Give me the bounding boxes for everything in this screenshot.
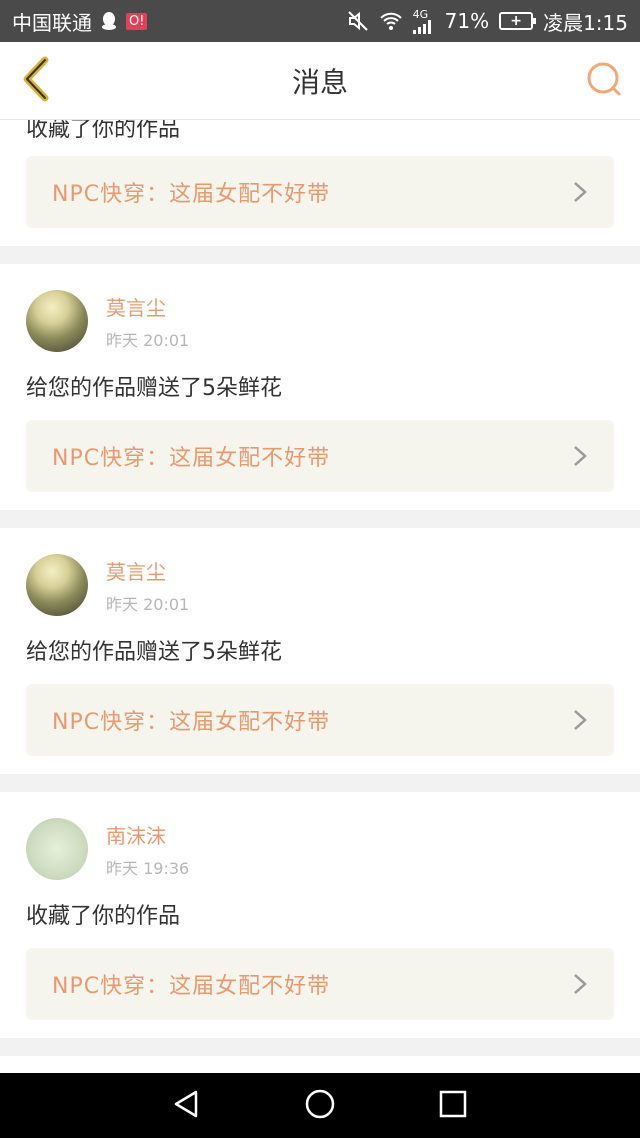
page-title: 消息 — [291, 65, 348, 99]
carrier-label: 中国联通 — [12, 10, 92, 35]
mute-icon — [347, 10, 369, 32]
message-text: 收藏了你的作品 — [26, 120, 181, 142]
message-list: 收藏了你的作品 NPC快穿：这届女配不好带 莫言尘 昨天 20:01 给您的作品… — [0, 120, 640, 1073]
app-notification-badge: O! — [126, 12, 148, 30]
back-button[interactable] — [14, 56, 58, 106]
work-link[interactable]: NPC快穿：这届女配不好带 — [26, 156, 614, 228]
message-time: 昨天 20:01 — [106, 594, 190, 614]
message-text: 给您的作品赠送了5朵鲜花 — [26, 640, 282, 665]
battery-percent: 71% — [444, 9, 490, 33]
circle-home-icon — [304, 1088, 336, 1124]
triangle-back-icon — [172, 1089, 202, 1123]
work-link[interactable]: NPC快穿：这届女配不好带 — [26, 948, 614, 1020]
user-name[interactable]: 莫言尘 — [106, 556, 189, 585]
chevron-right-icon — [572, 444, 588, 468]
chevron-left-icon — [21, 56, 51, 106]
message-card: 收藏了你的作品 NPC快穿：这届女配不好带 — [0, 120, 640, 246]
message-time: 昨天 19:36 — [106, 858, 190, 878]
system-nav-bar — [0, 1073, 640, 1138]
battery-icon: + — [499, 12, 537, 30]
message-text: 给您的作品赠送了5朵鲜花 — [26, 376, 282, 401]
work-title: NPC快穿：这届女配不好带 — [52, 182, 331, 207]
work-link[interactable]: NPC快穿：这届女配不好带 — [26, 420, 614, 492]
work-link[interactable]: NPC快穿：这届女配不好带 — [26, 684, 614, 756]
clock: 凌晨1:15 — [543, 10, 628, 35]
user-name[interactable]: 莫言尘 — [106, 292, 189, 321]
message-card: 莫言尘 昨天 20:01 给您的作品赠送了5朵鲜花 NPC快穿：这届女配不好带 — [0, 264, 640, 510]
user-name[interactable]: 南沫沫 — [106, 820, 189, 849]
signal-icon: 4G — [412, 7, 435, 34]
header: 消息 — [0, 42, 640, 120]
chevron-right-icon — [572, 972, 588, 996]
avatar[interactable] — [26, 290, 88, 352]
search-icon — [586, 61, 622, 101]
message-time: 昨天 20:01 — [106, 330, 190, 350]
chevron-right-icon — [572, 180, 588, 204]
search-button[interactable] — [582, 59, 626, 103]
qq-penguin-icon — [100, 11, 118, 31]
chevron-right-icon — [572, 708, 588, 732]
message-card-next — [0, 1056, 640, 1073]
avatar[interactable] — [26, 818, 88, 880]
status-bar: 中国联通 O! 4G 71% + 凌晨1:15 — [0, 0, 640, 42]
nav-recents-button[interactable] — [428, 1081, 478, 1131]
nav-home-button[interactable] — [295, 1081, 345, 1131]
square-recents-icon — [439, 1090, 467, 1122]
message-card: 南沫沫 昨天 19:36 收藏了你的作品 NPC快穿：这届女配不好带 — [0, 792, 640, 1038]
work-title: NPC快穿：这届女配不好带 — [52, 446, 331, 471]
message-card: 莫言尘 昨天 20:01 给您的作品赠送了5朵鲜花 NPC快穿：这届女配不好带 — [0, 528, 640, 774]
work-title: NPC快穿：这届女配不好带 — [52, 974, 331, 999]
wifi-icon — [379, 11, 403, 31]
network-type: 4G — [412, 7, 429, 21]
nav-back-button[interactable] — [162, 1081, 212, 1131]
work-title: NPC快穿：这届女配不好带 — [52, 710, 331, 735]
avatar[interactable] — [26, 554, 88, 616]
message-text: 收藏了你的作品 — [26, 904, 181, 929]
